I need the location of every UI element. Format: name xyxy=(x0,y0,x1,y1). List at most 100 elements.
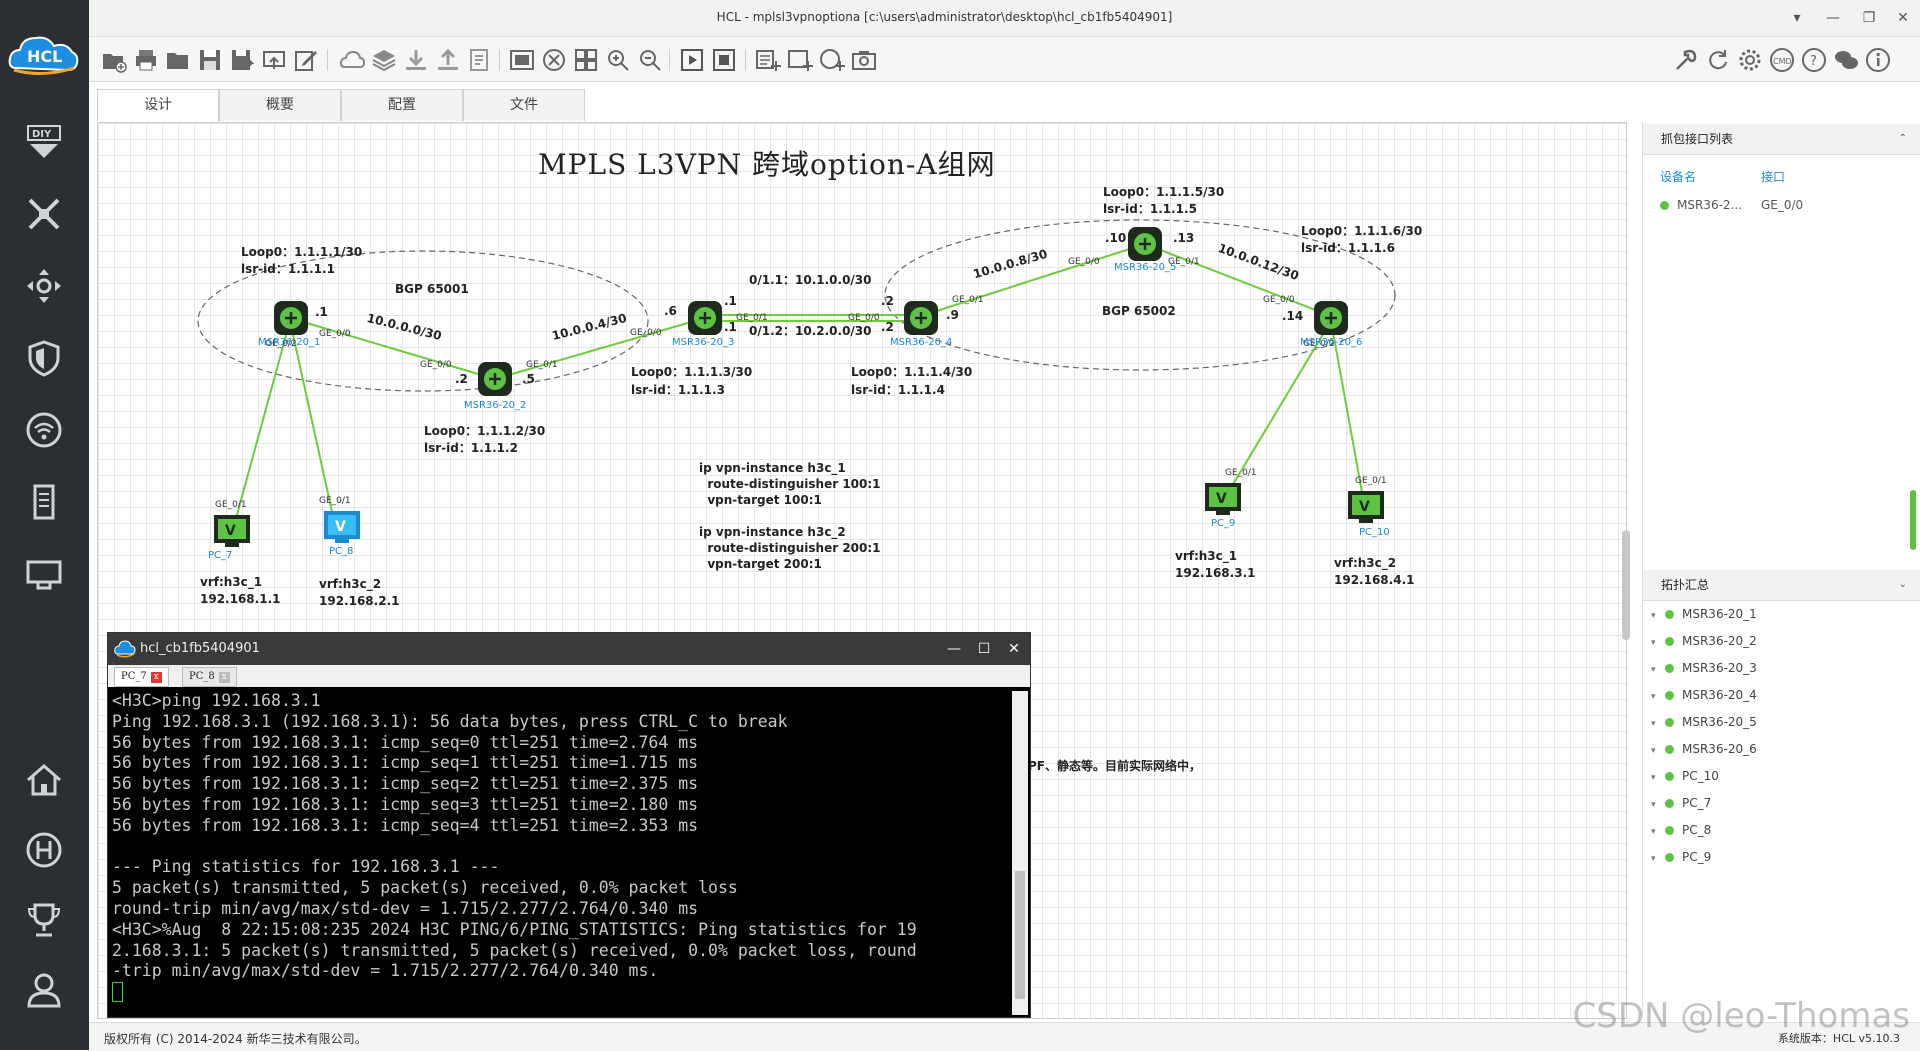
topology-icon[interactable] xyxy=(22,192,66,236)
tab-close-icon[interactable]: x xyxy=(218,672,230,683)
screenshot-icon[interactable] xyxy=(509,47,535,73)
server-icon[interactable] xyxy=(22,480,66,524)
edit-icon[interactable] xyxy=(293,47,319,73)
diagram-title: MPLS L3VPN 跨域option-A组网 xyxy=(538,148,996,181)
device-name-r5[interactable]: MSR36-20_5 xyxy=(1114,262,1176,273)
terminal-output[interactable]: <H3C>ping 192.168.3.1 Ping 192.168.3.1 (… xyxy=(112,691,1010,1015)
capture-row-port[interactable]: GE_0/0 xyxy=(1761,198,1803,212)
capture-panel-header[interactable]: 抓包接口列表 ⌃ xyxy=(1643,124,1920,155)
terminal-close-button[interactable]: ✕ xyxy=(1004,639,1024,659)
capture-col-device[interactable]: 设备名 xyxy=(1660,168,1696,185)
port-label: GE_0/1 xyxy=(1355,476,1387,486)
topology-item[interactable]: ▾ MSR36-20_2 xyxy=(1651,628,1757,655)
print-icon[interactable] xyxy=(133,47,159,73)
topology-item[interactable]: ▾ MSR36-20_4 xyxy=(1651,682,1757,709)
grid-icon[interactable] xyxy=(573,47,599,73)
device-name-r3[interactable]: MSR36-20_3 xyxy=(672,337,734,348)
device-name-r2[interactable]: MSR36-20_2 xyxy=(464,400,526,411)
export-icon[interactable] xyxy=(261,47,287,73)
terminal-minimize-button[interactable]: — xyxy=(944,639,964,659)
dropdown-icon[interactable]: ▾ xyxy=(1786,8,1808,28)
topology-panel-header[interactable]: 拓扑汇总 ⌄ xyxy=(1643,570,1920,601)
user-icon[interactable] xyxy=(22,968,66,1012)
switch-icon[interactable] xyxy=(22,552,66,596)
terminal-cursor xyxy=(112,982,123,1003)
canvas-scrollbar[interactable] xyxy=(1622,530,1630,640)
move-icon[interactable] xyxy=(22,264,66,308)
trophy-icon[interactable] xyxy=(22,898,66,942)
device-name-pc8[interactable]: PC_8 xyxy=(329,546,353,557)
port-label: GE_0/0 xyxy=(1263,295,1295,305)
gear-icon[interactable] xyxy=(1737,47,1763,73)
open-folder-icon[interactable] xyxy=(165,47,191,73)
h-logo-icon[interactable] xyxy=(22,828,66,872)
port-label: GE_0/1 xyxy=(736,313,768,323)
topology-item[interactable]: ▾ PC_8 xyxy=(1651,817,1711,844)
cmd-icon[interactable]: CMD xyxy=(1769,47,1795,73)
save-icon[interactable] xyxy=(197,47,223,73)
tab-close-icon[interactable]: x xyxy=(150,672,162,683)
pc7-ip-label: 192.168.1.1 xyxy=(200,592,281,606)
home-icon[interactable] xyxy=(22,758,66,802)
capture-row-device[interactable]: MSR36-2... xyxy=(1660,198,1742,212)
device-name-r4[interactable]: MSR36-20_4 xyxy=(890,337,952,348)
stop-icon[interactable] xyxy=(711,47,737,73)
zoom-out-icon[interactable] xyxy=(637,47,663,73)
zoom-in-icon[interactable] xyxy=(605,47,631,73)
right-panel-scrollbar[interactable] xyxy=(1910,490,1916,550)
device-name-r6[interactable]: MSR36-20_6 xyxy=(1300,337,1362,348)
device-name-pc10[interactable]: PC_10 xyxy=(1359,527,1390,538)
tab-config[interactable]: 配置 xyxy=(341,89,463,121)
topology-item[interactable]: ▾ MSR36-20_6 xyxy=(1651,736,1757,763)
diy-icon[interactable]: DIY xyxy=(22,120,66,164)
topology-item[interactable]: ▾ PC_9 xyxy=(1651,844,1711,871)
device-name-r1[interactable]: MSR36-20_1 xyxy=(258,337,320,348)
start-icon[interactable] xyxy=(679,47,705,73)
collapse-down-icon[interactable]: ⌄ xyxy=(1899,570,1907,600)
refresh-icon[interactable] xyxy=(1705,47,1731,73)
help-icon[interactable]: ? xyxy=(1801,47,1827,73)
minimize-button[interactable]: — xyxy=(1822,8,1844,28)
capture-col-port[interactable]: 接口 xyxy=(1761,168,1785,185)
camera-icon[interactable] xyxy=(851,47,877,73)
circle-add-icon[interactable] xyxy=(819,47,845,73)
document-icon[interactable] xyxy=(467,47,493,73)
wireless-icon[interactable] xyxy=(22,408,66,452)
left-sidebar: HCL DIY xyxy=(0,0,89,1050)
terminal-window[interactable]: hcl_cb1fb5404901 — ☐ ✕ PC_7 x PC_8 x <H3C>… xyxy=(107,632,1031,1018)
router-r5-icon xyxy=(1128,227,1162,261)
tab-overview[interactable]: 概要 xyxy=(219,89,341,121)
vpn-config-line: route-distinguisher 100:1 xyxy=(699,477,881,491)
collapse-up-icon[interactable]: ⌃ xyxy=(1899,124,1907,154)
restore-button[interactable]: ❐ xyxy=(1858,8,1880,28)
info-icon[interactable] xyxy=(1865,47,1891,73)
upload-icon[interactable] xyxy=(435,47,461,73)
terminal-scrollbar[interactable] xyxy=(1012,691,1028,1015)
chat-icon[interactable] xyxy=(1833,47,1859,73)
terminal-title-bar[interactable]: hcl_cb1fb5404901 — ☐ ✕ xyxy=(108,633,1030,665)
tab-files[interactable]: 文件 xyxy=(463,89,585,121)
window-add-icon[interactable] xyxy=(787,47,813,73)
shield-icon[interactable] xyxy=(22,336,66,380)
tab-design[interactable]: 设计 xyxy=(97,89,219,121)
topology-item[interactable]: ▾ MSR36-20_5 xyxy=(1651,709,1757,736)
cloud-icon[interactable] xyxy=(339,47,366,73)
network-icon[interactable] xyxy=(541,47,567,73)
terminal-maximize-button[interactable]: ☐ xyxy=(974,639,994,659)
terminal-tab-pc7[interactable]: PC_7 x xyxy=(114,667,169,687)
device-name-pc7[interactable]: PC_7 xyxy=(208,550,232,561)
topology-item[interactable]: ▾ MSR36-20_1 xyxy=(1651,601,1757,628)
device-name-pc9[interactable]: PC_9 xyxy=(1211,518,1235,529)
wrench-icon[interactable] xyxy=(1673,47,1699,73)
topology-item[interactable]: ▾ PC_7 xyxy=(1651,790,1711,817)
topology-item[interactable]: ▾ MSR36-20_3 xyxy=(1651,655,1757,682)
topology-item[interactable]: ▾ PC_10 xyxy=(1651,763,1719,790)
terminal-tab-pc8[interactable]: PC_8 x xyxy=(182,667,237,687)
close-button[interactable]: ✕ xyxy=(1892,8,1914,28)
save-as-icon[interactable] xyxy=(229,47,255,73)
terminal-scroll-thumb[interactable] xyxy=(1015,871,1025,999)
list-add-icon[interactable] xyxy=(755,47,781,73)
download-icon[interactable] xyxy=(403,47,429,73)
layers-icon[interactable] xyxy=(371,47,397,73)
new-project-icon[interactable] xyxy=(101,47,127,73)
